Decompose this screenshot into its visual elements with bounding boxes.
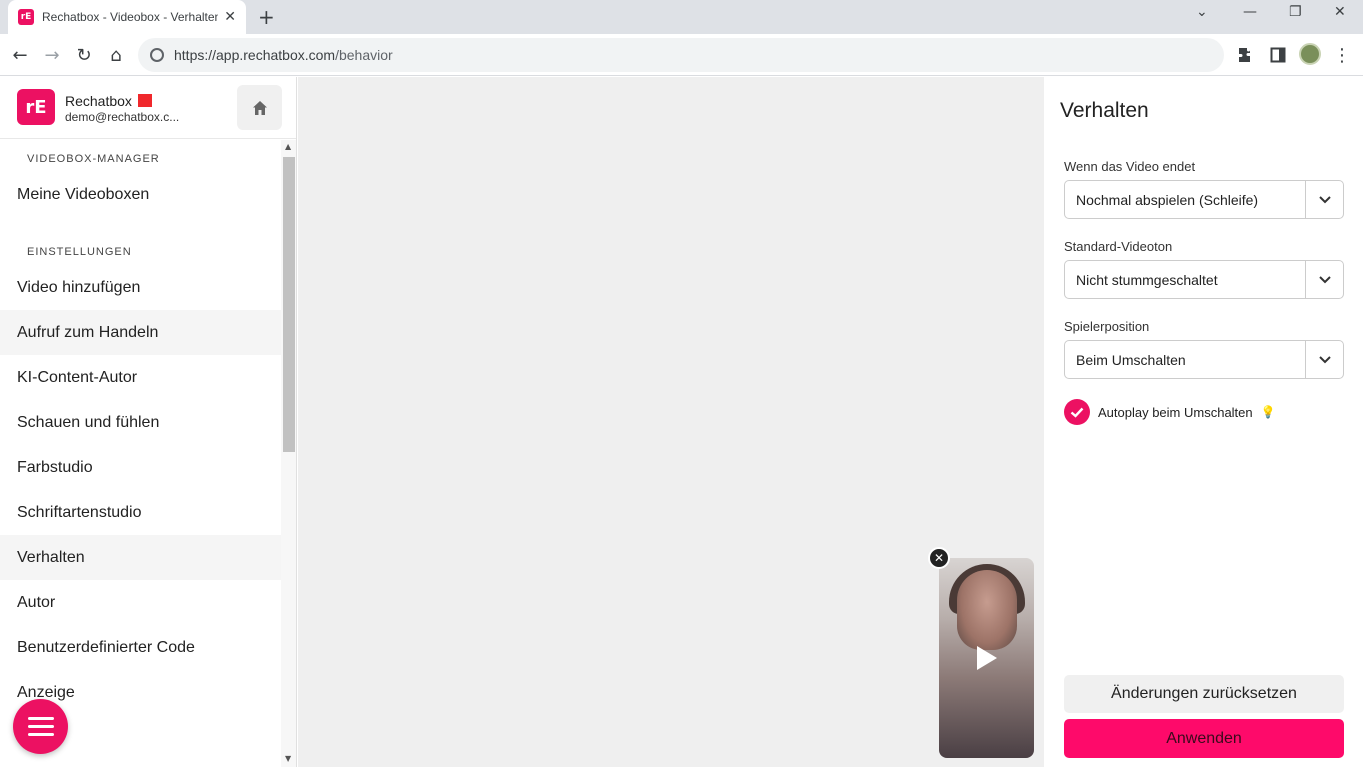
sidebar-item-author[interactable]: Autor xyxy=(0,580,281,625)
browser-toolbar: ← → ↻ ⌂ https://app.rechatbox.com/behavi… xyxy=(0,34,1363,76)
brand-header: rE Rechatbox demo@rechatbox.c... xyxy=(0,77,296,139)
play-icon[interactable] xyxy=(977,646,997,670)
position-label: Spielerposition xyxy=(1064,319,1150,334)
browser-tabstrip: rE Rechatbox - Videobox - Verhalten ✕ + … xyxy=(0,0,1363,34)
status-square-icon xyxy=(137,94,152,107)
tab-title: Rechatbox - Videobox - Verhalten xyxy=(42,10,219,24)
home-icon xyxy=(252,100,267,115)
autoplay-label: Autoplay beim Umschalten xyxy=(1098,404,1253,420)
settings-panel: Verhalten Wenn das Video endet Nochmal a… xyxy=(1044,77,1363,767)
scroll-up-icon[interactable]: ▲ xyxy=(285,142,291,151)
home-button[interactable] xyxy=(237,85,282,130)
home-icon[interactable]: ⌂ xyxy=(104,43,128,67)
sidebar-nav: VIDEOBOX-MANAGER Meine Videoboxen EINSTE… xyxy=(0,140,281,767)
autoplay-checkbox[interactable] xyxy=(1064,399,1090,425)
sidebar-item-look-and-feel[interactable]: Schauen und fühlen xyxy=(0,400,281,445)
menu-fab-button[interactable] xyxy=(13,699,68,754)
sidebar-item-font-studio[interactable]: Schriftartenstudio xyxy=(0,490,281,535)
menu-kebab-icon[interactable]: ⋮ xyxy=(1330,43,1354,67)
browser-tab[interactable]: rE Rechatbox - Videobox - Verhalten ✕ xyxy=(8,0,246,34)
address-bar[interactable]: https://app.rechatbox.com/behavior xyxy=(138,38,1224,72)
url-text: https://app.rechatbox.com/behavior xyxy=(174,47,393,63)
autoplay-row: Autoplay beim Umschalten 💡 xyxy=(1064,399,1276,425)
side-panel-icon[interactable] xyxy=(1266,43,1290,67)
position-value: Beim Umschalten xyxy=(1076,351,1186,368)
video-end-label: Wenn das Video endet xyxy=(1064,159,1196,174)
sidebar-scrollbar[interactable]: ▲ ▼ xyxy=(281,140,296,767)
section-head-videobox: VIDEOBOX-MANAGER xyxy=(27,153,160,165)
site-info-icon[interactable] xyxy=(150,48,164,62)
chevron-down-icon xyxy=(1305,261,1343,298)
sidebar-item-my-videoboxes[interactable]: Meine Videoboxen xyxy=(0,172,281,217)
panel-title: Verhalten xyxy=(1060,99,1149,122)
reset-changes-button[interactable]: Änderungen zurücksetzen xyxy=(1064,675,1344,713)
forward-icon[interactable]: → xyxy=(40,43,64,67)
sidebar-item-add-video[interactable]: Video hinzufügen xyxy=(0,265,281,310)
chevron-down-icon xyxy=(1305,341,1343,378)
sound-select[interactable]: Nicht stummgeschaltet xyxy=(1064,260,1344,299)
video-end-select[interactable]: Nochmal abspielen (Schleife) xyxy=(1064,180,1344,219)
tab-search-icon[interactable]: ⌄ xyxy=(1196,4,1208,20)
hamburger-icon xyxy=(27,717,54,720)
lightbulb-hint-icon[interactable]: 💡 xyxy=(1261,405,1276,419)
extensions-icon[interactable] xyxy=(1234,43,1258,67)
sidebar-item-ai-content-author[interactable]: KI-Content-Autor xyxy=(0,355,281,400)
video-thumbnail xyxy=(957,570,1017,650)
video-bubble[interactable] xyxy=(939,558,1034,758)
position-select[interactable]: Beim Umschalten xyxy=(1064,340,1344,379)
sound-label: Standard-Videoton xyxy=(1064,239,1173,254)
sidebar: rE Rechatbox demo@rechatbox.c... VIDEOBO… xyxy=(0,77,297,767)
restore-icon[interactable]: ❐ xyxy=(1289,4,1302,20)
tab-close-icon[interactable]: ✕ xyxy=(224,9,236,25)
sidebar-item-color-studio[interactable]: Farbstudio xyxy=(0,445,281,490)
video-close-icon[interactable]: ✕ xyxy=(928,547,950,569)
brand-email: demo@rechatbox.c... xyxy=(65,110,180,124)
rechatbox-favicon: rE xyxy=(18,9,34,25)
new-tab-icon[interactable]: + xyxy=(258,5,275,29)
sidebar-item-behavior[interactable]: Verhalten xyxy=(0,535,281,580)
apply-button[interactable]: Anwenden xyxy=(1064,719,1344,758)
checkmark-icon xyxy=(1070,407,1084,418)
video-end-value: Nochmal abspielen (Schleife) xyxy=(1076,191,1259,208)
profile-avatar[interactable] xyxy=(1299,43,1321,65)
sidebar-item-call-to-action[interactable]: Aufruf zum Handeln xyxy=(0,310,281,355)
minimize-icon[interactable]: — xyxy=(1243,4,1257,20)
chevron-down-icon xyxy=(1305,181,1343,218)
sidebar-item-custom-code[interactable]: Benutzerdefinierter Code xyxy=(0,625,281,670)
back-icon[interactable]: ← xyxy=(8,43,32,67)
preview-canvas: ✕ xyxy=(298,77,1044,767)
scrollbar-thumb[interactable] xyxy=(283,157,295,452)
brand-name: Rechatbox xyxy=(65,93,152,109)
reload-icon[interactable]: ↻ xyxy=(72,43,96,67)
scroll-down-icon[interactable]: ▼ xyxy=(285,754,291,763)
rechatbox-logo: rE xyxy=(17,89,55,125)
sound-value: Nicht stummgeschaltet xyxy=(1076,271,1218,288)
window-close-icon[interactable]: ✕ xyxy=(1334,4,1346,20)
section-head-settings: EINSTELLUNGEN xyxy=(27,246,132,258)
